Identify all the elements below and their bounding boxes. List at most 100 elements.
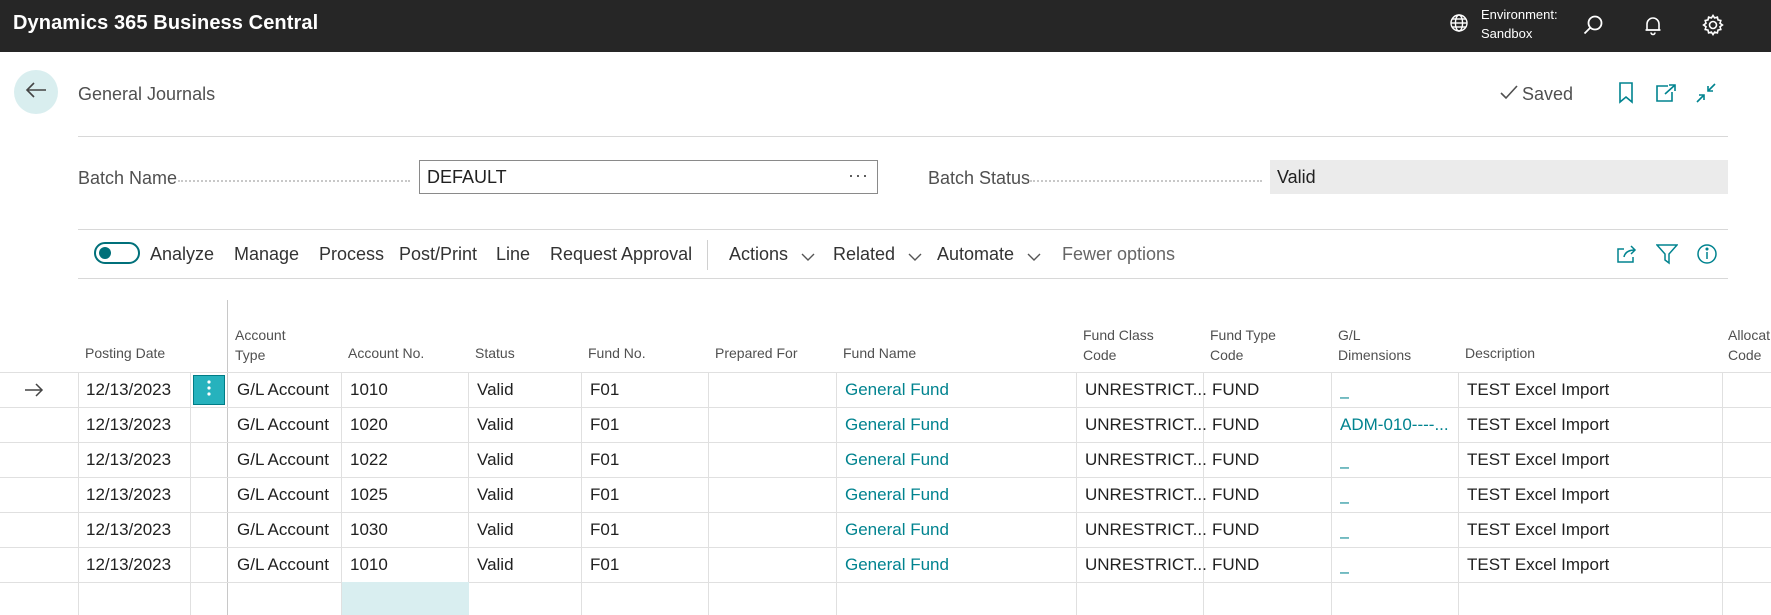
cell-fund-name[interactable]: General Fund: [845, 443, 949, 477]
analyze-label[interactable]: Analyze: [150, 244, 214, 265]
cell-posting-date[interactable]: 12/13/2023: [86, 478, 171, 512]
action-request-approval[interactable]: Request Approval: [550, 244, 692, 265]
cell-fund-type[interactable]: FUND: [1212, 513, 1259, 547]
cell-fund-name[interactable]: General Fund: [845, 408, 949, 442]
menu-actions[interactable]: Actions: [729, 244, 815, 266]
header-account-no[interactable]: Account No.: [348, 343, 424, 363]
cell-description[interactable]: TEST Excel Import: [1467, 373, 1609, 407]
share-icon[interactable]: [1615, 242, 1639, 266]
header-prepared-for[interactable]: Prepared For: [715, 343, 797, 363]
table-row[interactable]: 12/13/2023 G/L Account 1010 Valid F01 Ge…: [0, 547, 1771, 582]
collapse-icon[interactable]: [1693, 80, 1719, 106]
cell-gl-dimensions[interactable]: ADM-010----...: [1340, 408, 1456, 442]
cell-posting-date[interactable]: 12/13/2023: [86, 443, 171, 477]
row-actions-button[interactable]: [193, 375, 225, 405]
cell-fund-type[interactable]: FUND: [1212, 478, 1259, 512]
open-in-new-window-icon[interactable]: [1653, 80, 1679, 106]
bookmark-icon[interactable]: [1613, 80, 1639, 106]
cell-fund-name[interactable]: General Fund: [845, 548, 949, 582]
header-posting-date[interactable]: Posting Date: [85, 343, 165, 363]
cell-description[interactable]: TEST Excel Import: [1467, 478, 1609, 512]
cell-posting-date[interactable]: 12/13/2023: [86, 408, 171, 442]
cell-fund-no[interactable]: F01: [590, 373, 619, 407]
cell-description[interactable]: TEST Excel Import: [1467, 443, 1609, 477]
header-fund-no[interactable]: Fund No.: [588, 343, 646, 363]
cell-fund-no[interactable]: F01: [590, 443, 619, 477]
bell-icon[interactable]: [1638, 10, 1668, 40]
cell-account-type[interactable]: G/L Account: [237, 408, 329, 442]
action-line[interactable]: Line: [496, 244, 530, 265]
lookup-button[interactable]: ···: [848, 165, 869, 186]
cell-gl-dimensions[interactable]: _: [1340, 478, 1349, 512]
info-icon[interactable]: [1695, 242, 1719, 266]
cell-gl-dimensions[interactable]: _: [1340, 548, 1349, 582]
header-gl-dimensions[interactable]: G/L Dimensions: [1338, 325, 1411, 365]
header-description[interactable]: Description: [1465, 343, 1535, 363]
cell-status[interactable]: Valid: [477, 478, 514, 512]
analyze-toggle[interactable]: [94, 242, 140, 264]
cell-fund-name[interactable]: General Fund: [845, 513, 949, 547]
table-row[interactable]: 12/13/2023 G/L Account 1020 Valid F01 Ge…: [0, 407, 1771, 442]
cell-account-type[interactable]: G/L Account: [237, 513, 329, 547]
cell-posting-date[interactable]: 12/13/2023: [86, 513, 171, 547]
cell-fund-name[interactable]: General Fund: [845, 478, 949, 512]
menu-automate[interactable]: Automate: [937, 244, 1041, 266]
cell-gl-dimensions[interactable]: _: [1340, 513, 1349, 547]
cell-status[interactable]: Valid: [477, 408, 514, 442]
environment-indicator[interactable]: Environment: Sandbox: [1481, 5, 1558, 43]
cell-status[interactable]: Valid: [477, 548, 514, 582]
table-row[interactable]: 12/13/2023 G/L Account 1010 Valid F01 Ge…: [0, 372, 1771, 407]
cell-account-type[interactable]: G/L Account: [237, 548, 329, 582]
cell-description[interactable]: TEST Excel Import: [1467, 408, 1609, 442]
cell-account-no[interactable]: 1025: [350, 478, 388, 512]
cell-fund-class[interactable]: UNRESTRICT...: [1085, 373, 1207, 407]
cell-account-type[interactable]: G/L Account: [237, 478, 329, 512]
cell-description[interactable]: TEST Excel Import: [1467, 548, 1609, 582]
cell-account-no[interactable]: 1010: [350, 373, 388, 407]
cell-fund-no[interactable]: F01: [590, 408, 619, 442]
new-line-row[interactable]: [0, 582, 1771, 615]
cell-fund-type[interactable]: FUND: [1212, 373, 1259, 407]
cell-fund-type[interactable]: FUND: [1212, 548, 1259, 582]
cell-fund-name[interactable]: General Fund: [845, 373, 949, 407]
cell-fund-no[interactable]: F01: [590, 478, 619, 512]
cell-fund-type[interactable]: FUND: [1212, 443, 1259, 477]
batch-name-field[interactable]: DEFAULT ···: [419, 160, 878, 194]
new-line-account-no-cell[interactable]: [342, 582, 469, 615]
cell-fund-class[interactable]: UNRESTRICT...: [1085, 443, 1207, 477]
cell-account-no[interactable]: 1010: [350, 548, 388, 582]
cell-account-no[interactable]: 1020: [350, 408, 388, 442]
cell-description[interactable]: TEST Excel Import: [1467, 513, 1609, 547]
header-status[interactable]: Status: [475, 343, 515, 363]
filter-icon[interactable]: [1655, 242, 1679, 266]
cell-posting-date[interactable]: 12/13/2023: [86, 373, 171, 407]
cell-account-no[interactable]: 1022: [350, 443, 388, 477]
action-process[interactable]: Process: [319, 244, 384, 265]
header-allocation-code[interactable]: Allocat Code: [1728, 325, 1771, 365]
cell-fund-class[interactable]: UNRESTRICT...: [1085, 548, 1207, 582]
back-button[interactable]: [14, 70, 58, 114]
cell-status[interactable]: Valid: [477, 513, 514, 547]
cell-status[interactable]: Valid: [477, 443, 514, 477]
action-manage[interactable]: Manage: [234, 244, 299, 265]
cell-status[interactable]: Valid: [477, 373, 514, 407]
cell-gl-dimensions[interactable]: _: [1340, 443, 1349, 477]
header-fund-name[interactable]: Fund Name: [843, 343, 916, 363]
cell-account-type[interactable]: G/L Account: [237, 443, 329, 477]
header-fund-class-code[interactable]: Fund Class Code: [1083, 325, 1154, 365]
cell-posting-date[interactable]: 12/13/2023: [86, 548, 171, 582]
gear-icon[interactable]: [1698, 10, 1728, 40]
cell-fund-class[interactable]: UNRESTRICT...: [1085, 408, 1207, 442]
fewer-options-button[interactable]: Fewer options: [1062, 244, 1175, 265]
header-fund-type-code[interactable]: Fund Type Code: [1210, 325, 1276, 365]
cell-gl-dimensions[interactable]: _: [1340, 373, 1349, 407]
menu-related[interactable]: Related: [833, 244, 922, 266]
cell-fund-class[interactable]: UNRESTRICT...: [1085, 478, 1207, 512]
cell-fund-no[interactable]: F01: [590, 513, 619, 547]
table-row[interactable]: 12/13/2023 G/L Account 1022 Valid F01 Ge…: [0, 442, 1771, 477]
cell-fund-type[interactable]: FUND: [1212, 408, 1259, 442]
header-account-type[interactable]: Account Type: [235, 325, 286, 365]
table-row[interactable]: 12/13/2023 G/L Account 1030 Valid F01 Ge…: [0, 512, 1771, 547]
cell-fund-no[interactable]: F01: [590, 548, 619, 582]
cell-fund-class[interactable]: UNRESTRICT...: [1085, 513, 1207, 547]
